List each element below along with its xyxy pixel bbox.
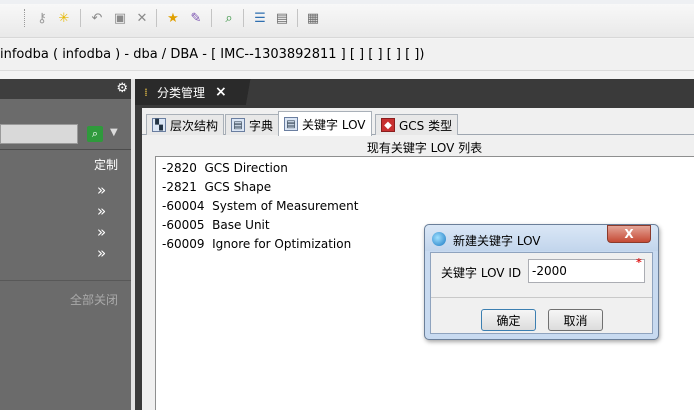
expand-chevron-icon[interactable]: » [97,246,106,261]
left-panel-search-input[interactable] [0,124,78,144]
list-item[interactable]: -60009 Ignore for Optimization [162,237,351,251]
lov-id-input[interactable] [528,259,645,283]
star-icon[interactable]: ✳ [56,10,72,26]
list-item[interactable]: -2821 GCS Shape [162,180,271,194]
expand-chevron-icon[interactable]: » [97,183,106,198]
tab-dictionary[interactable]: ▤ 字典 [225,114,280,135]
close-icon[interactable]: ✕ [134,10,150,26]
tab-keyword-lov[interactable]: ▤ 关键字 LOV [278,111,372,136]
tab-label: 分类管理 [157,85,206,100]
tab-gcs-type[interactable]: ◆ GCS 类型 [375,114,459,135]
toolbar-separator [211,9,212,27]
list-title: 现有关键字 LOV 列表 [366,141,483,155]
tab-label: 层次结构 [170,118,219,133]
cancel-button[interactable]: 取消 [548,309,603,331]
dictionary-icon: ▤ [231,118,245,132]
close-all-link[interactable]: 全部关闭 [70,291,118,308]
lov-icon: ▤ [284,117,298,131]
undo-icon[interactable]: ↶ [89,10,105,26]
left-panel-divider [0,149,131,150]
main-toolbar: ⚷ ✳ ↶ ▣ ✕ ★ ✎ ⌕ ☰ ▤ ▦ [0,0,694,38]
tab-classification-management[interactable]: ⁞ 分类管理 × [135,79,241,105]
toolbar-separator [156,9,157,27]
key-icon[interactable]: ⚷ [34,10,50,26]
left-panel-header: ⚙ [0,79,131,99]
dialog-title: 新建关键字 LOV [453,234,541,248]
list-item[interactable]: -2820 GCS Direction [162,161,288,175]
hierarchy-icon: ▚ [152,118,166,132]
list-item[interactable]: -60004 System of Measurement [162,199,358,213]
classification-icon: ⁞ [144,85,148,99]
dialog-form: 关键字 LOV ID * [431,253,652,298]
left-navigation-panel: ⚙ ⌕ ▼ 定制 » » » » 全部关闭 [0,79,131,410]
sub-tab-bar: ▚ 层次结构 ▤ 字典 ▤ 关键字 LOV ◆ GCS 类型 [142,111,694,136]
close-icon[interactable]: × [215,84,227,100]
document-icon[interactable]: ▤ [274,10,290,26]
customize-link[interactable]: 定制 [94,156,118,173]
session-info-bar: infodba ( infodba ) - dba / DBA - [ IMC-… [0,39,694,71]
tab-label: 关键字 LOV [302,117,366,132]
search-icon[interactable]: ⌕ [87,126,103,142]
session-info-text: infodba ( infodba ) - dba / DBA - [ IMC-… [0,47,425,62]
tab-hierarchy[interactable]: ▚ 层次结构 [146,114,225,135]
ok-button[interactable]: 确定 [481,309,536,331]
toolbar-separator [24,9,25,27]
save-icon[interactable]: ▣ [112,10,128,26]
tab-edge [241,79,255,105]
required-indicator: * [636,256,642,269]
toolbar-separator [80,9,81,27]
expand-chevron-icon[interactable]: » [97,225,106,240]
expand-chevron-icon[interactable]: » [97,204,106,219]
close-icon[interactable]: X [607,225,651,243]
tab-label: GCS 类型 [399,118,453,133]
editor-tab-strip: ⁞ 分类管理 × [135,79,694,105]
gear-icon[interactable]: ⚙ [116,81,128,96]
new-keyword-lov-dialog: 新建关键字 LOV X 关键字 LOV ID * 确定 取消 [424,224,659,340]
left-panel-divider [0,280,131,281]
folder-star-icon[interactable]: ★ [165,10,181,26]
dialog-body: 关键字 LOV ID * 确定 取消 [430,252,653,334]
table-icon[interactable]: ▦ [305,10,321,26]
gcs-type-icon: ◆ [381,118,395,132]
toolbar-separator [243,9,244,27]
toolbar-separator [297,9,298,27]
folder-edit-icon[interactable]: ✎ [188,10,204,26]
search-icon[interactable]: ⌕ [221,10,237,26]
lov-id-label: 关键字 LOV ID [441,266,522,280]
list-icon[interactable]: ☰ [252,10,268,26]
tab-label: 字典 [249,118,274,133]
chevron-down-icon[interactable]: ▼ [110,127,118,138]
app-logo-icon [432,232,446,246]
toolbar-top-strip [0,0,694,4]
list-item[interactable]: -60005 Base Unit [162,218,270,232]
